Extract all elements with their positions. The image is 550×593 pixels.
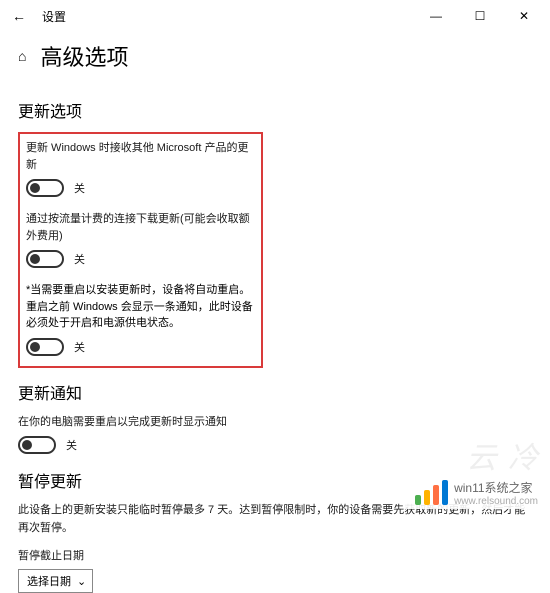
- watermark: win11系统之家 www.relsound.com: [404, 477, 542, 509]
- watermark-title: win11系统之家: [454, 479, 538, 496]
- toggle-metered-download[interactable]: [26, 250, 64, 268]
- toggle-row: 关: [26, 338, 255, 356]
- toggle-knob: [22, 440, 32, 450]
- watermark-url: www.relsound.com: [454, 496, 538, 507]
- section-heading-update-options: 更新选项: [18, 98, 532, 122]
- option-label: 在你的电脑需要重启以完成更新时显示通知: [18, 414, 532, 431]
- minimize-icon: —: [430, 9, 442, 23]
- page-header: ⌂ 高级选项: [0, 32, 550, 86]
- home-icon[interactable]: ⌂: [18, 48, 26, 64]
- page-title: 高级选项: [40, 40, 128, 72]
- toggle-state: 关: [74, 339, 85, 355]
- toggle-other-microsoft-updates[interactable]: [26, 179, 64, 197]
- back-button[interactable]: ←: [4, 1, 34, 31]
- toggle-state: 关: [74, 251, 85, 267]
- toggle-state: 关: [66, 437, 77, 453]
- titlebar: ← 设置 — ☐ ✕: [0, 0, 550, 32]
- maximize-icon: ☐: [475, 9, 486, 23]
- watermark-logo-icon: [408, 481, 448, 505]
- toggle-row: 关: [18, 436, 532, 454]
- close-button[interactable]: ✕: [502, 1, 546, 31]
- option-other-microsoft-updates: 更新 Windows 时接收其他 Microsoft 产品的更新 关: [26, 140, 255, 197]
- highlight-box: 更新 Windows 时接收其他 Microsoft 产品的更新 关 通过按流量…: [18, 132, 263, 368]
- toggle-knob: [30, 342, 40, 352]
- option-label: 更新 Windows 时接收其他 Microsoft 产品的更新: [26, 140, 255, 173]
- option-auto-restart: *当需要重启以安装更新时，设备将自动重启。重启之前 Windows 会显示一条通…: [26, 282, 255, 356]
- window-title: 设置: [42, 8, 66, 25]
- maximize-button[interactable]: ☐: [458, 1, 502, 31]
- close-icon: ✕: [519, 9, 529, 23]
- toggle-knob: [30, 183, 40, 193]
- watermark-text-block: win11系统之家 www.relsound.com: [454, 479, 538, 507]
- pause-date-label: 暂停截止日期: [18, 547, 532, 563]
- option-label: *当需要重启以安装更新时，设备将自动重启。重启之前 Windows 会显示一条通…: [26, 282, 255, 332]
- chevron-down-icon: ⌄: [77, 575, 86, 588]
- section-heading-notifications: 更新通知: [18, 380, 532, 404]
- option-metered-download: 通过按流量计费的连接下载更新(可能会收取额外费用) 关: [26, 211, 255, 268]
- option-restart-notification: 在你的电脑需要重启以完成更新时显示通知 关: [18, 414, 532, 455]
- toggle-restart-notification[interactable]: [18, 436, 56, 454]
- toggle-state: 关: [74, 180, 85, 196]
- toggle-row: 关: [26, 179, 255, 197]
- window-controls: — ☐ ✕: [414, 1, 546, 31]
- pause-date-dropdown[interactable]: 选择日期 ⌄: [18, 569, 93, 593]
- dropdown-value: 选择日期: [27, 573, 71, 589]
- content: 更新选项 更新 Windows 时接收其他 Microsoft 产品的更新 关 …: [0, 98, 550, 593]
- toggle-row: 关: [26, 250, 255, 268]
- option-label: 通过按流量计费的连接下载更新(可能会收取额外费用): [26, 211, 255, 244]
- toggle-auto-restart[interactable]: [26, 338, 64, 356]
- toggle-knob: [30, 254, 40, 264]
- back-arrow-icon: ←: [12, 8, 26, 24]
- minimize-button[interactable]: —: [414, 1, 458, 31]
